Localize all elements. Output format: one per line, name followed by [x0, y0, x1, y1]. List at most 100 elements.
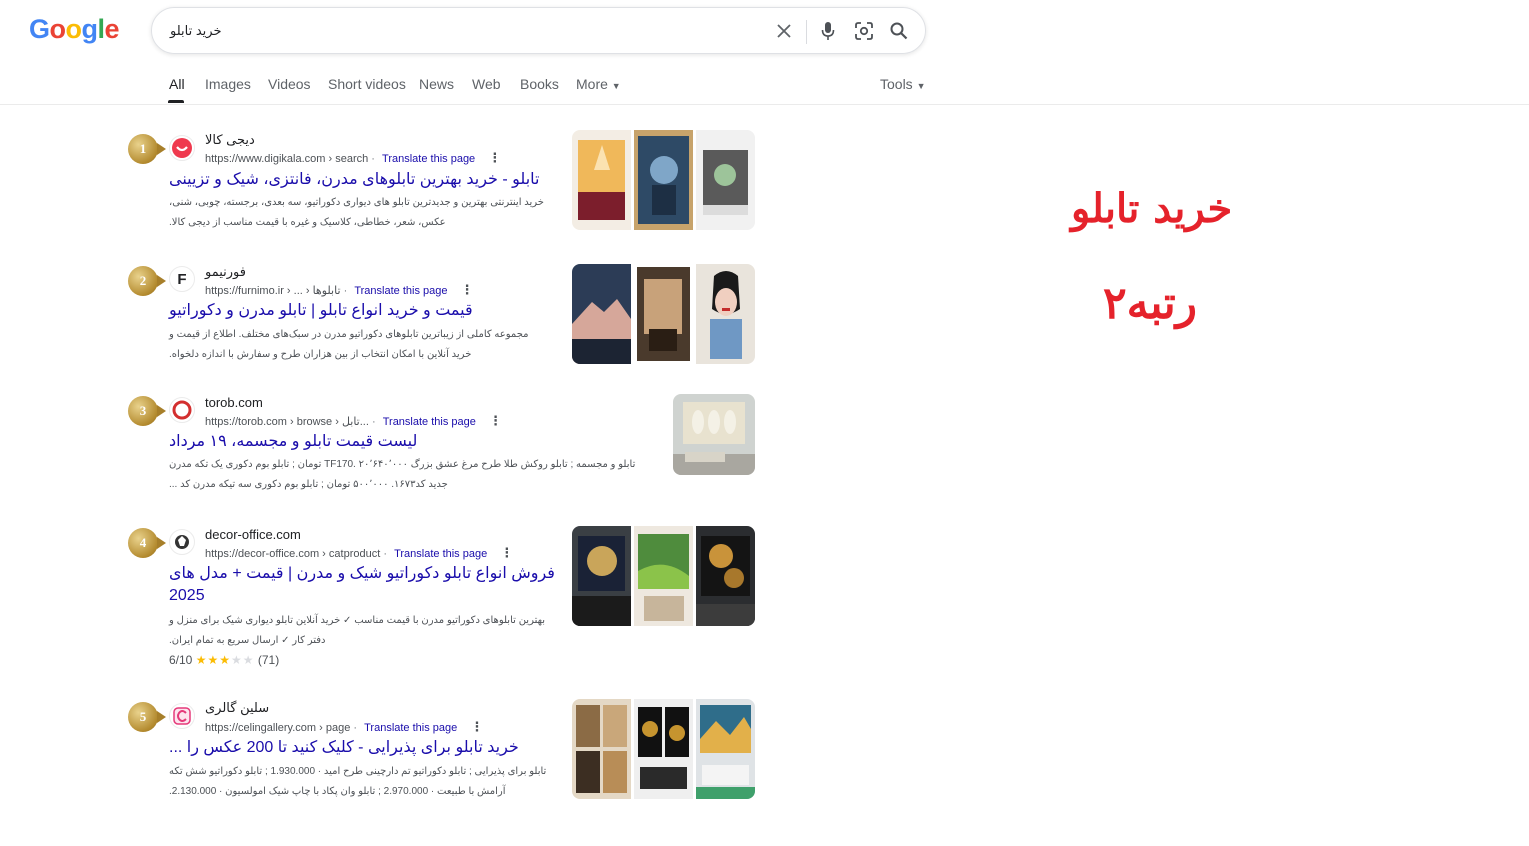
logo-letter: g [81, 14, 99, 44]
more-options-icon[interactable]: ⋮ [488, 150, 501, 166]
tools-button[interactable]: Tools ▼ [880, 76, 926, 92]
result-site-name[interactable]: فورنیمو [205, 264, 246, 280]
thumbnail-image[interactable] [634, 699, 693, 799]
rating-stars-icon: ★★★★★ [195, 653, 255, 667]
more-options-icon[interactable]: ⋮ [470, 719, 483, 735]
logo-letter: e [104, 14, 120, 44]
result-url-text: https://torob.com › browse › تابل... [205, 416, 369, 428]
thumbnail-image[interactable] [634, 130, 693, 230]
search-input[interactable]: خرید تابلو [170, 23, 221, 39]
more-options-icon[interactable]: ⋮ [461, 282, 474, 298]
more-options-icon[interactable]: ⋮ [500, 545, 513, 561]
torob-favicon[interactable] [169, 397, 195, 423]
digikala-favicon[interactable] [169, 135, 195, 161]
tab-all[interactable]: All [169, 76, 185, 92]
tab-active-indicator [168, 100, 184, 103]
search-result: 3 torob.com https://torob.com › browse ›… [0, 393, 760, 503]
thumbnail-image[interactable] [572, 699, 631, 799]
thumbnail-image[interactable] [673, 394, 755, 475]
tab-more[interactable]: More ▼ [576, 76, 621, 92]
search-divider [806, 20, 807, 44]
translate-link[interactable]: Translate this page [364, 722, 457, 734]
thumbnail-image[interactable] [572, 130, 631, 230]
search-icon[interactable] [888, 20, 910, 42]
translate-link[interactable]: Translate this page [382, 153, 475, 165]
result-url-text: https://furnimo.ir › ... › تابلوها [205, 285, 341, 297]
google-logo[interactable]: Google [29, 14, 120, 45]
result-thumbnails[interactable] [673, 394, 755, 475]
translate-link[interactable]: Translate this page [394, 548, 487, 560]
tab-books[interactable]: Books [520, 76, 559, 92]
result-site-name[interactable]: دیجی کالا [205, 132, 255, 148]
overlay-rank: رتبه۲ [1103, 278, 1198, 329]
logo-letter: G [29, 14, 50, 44]
rank-badge: 1 [128, 134, 166, 164]
thumbnail-image[interactable] [634, 526, 693, 626]
result-site-name[interactable]: torob.com [205, 395, 263, 410]
tab-videos[interactable]: Videos [268, 76, 311, 92]
tab-more-label: More [576, 76, 608, 92]
thumbnail-image[interactable] [572, 526, 631, 626]
rating-value: 6/10 [169, 653, 193, 667]
caret-down-icon: ▼ [611, 81, 621, 91]
search-result: 2 F فورنیمو https://furnimo.ir › ... › ت… [0, 262, 760, 372]
furnimo-favicon[interactable]: F [169, 266, 195, 292]
thumbnail-image[interactable] [696, 130, 755, 230]
celingallery-favicon[interactable] [169, 703, 195, 729]
result-title[interactable]: تابلو - خرید بهترین تابلوهای مدرن، فانتز… [169, 169, 559, 191]
search-box[interactable]: خرید تابلو [151, 7, 926, 54]
result-title[interactable]: لیست قیمت تابلو و مجسمه، ۱۹ مرداد [169, 431, 559, 453]
result-snippet: خرید اینترنتی بهترین و جدیدترین تابلو ها… [169, 197, 544, 228]
decor-office-favicon[interactable] [169, 529, 195, 555]
result-thumbnails[interactable] [572, 526, 755, 626]
result-site-name[interactable]: decor-office.com [205, 527, 301, 542]
result-title[interactable]: خرید تابلو برای پذیرایی - کلیک کنید تا 2… [169, 737, 559, 759]
result-snippet: تابلو برای پذیرایی ; تابلو دکوراتیو تم د… [169, 766, 547, 797]
result-title[interactable]: فروش انواع تابلو دکوراتیو شیک و مدرن | ق… [169, 563, 559, 607]
clear-icon[interactable] [773, 20, 795, 42]
result-snippet: مجموعه کاملی از زیباترین تابلوهای دکورات… [169, 329, 529, 360]
result-title[interactable]: قیمت و خرید انواع تابلو | تابلو مدرن و د… [169, 300, 559, 322]
tab-web[interactable]: Web [472, 76, 501, 92]
result-url-text: https://www.digikala.com › search [205, 153, 369, 165]
favicon-letter-f: F [177, 270, 187, 288]
result-thumbnails[interactable] [572, 699, 755, 799]
tab-images[interactable]: Images [205, 76, 251, 92]
search-tabs: All Images Videos Short videos News Web … [0, 62, 1529, 105]
result-url[interactable]: https://decor-office.com › catproduct · … [205, 545, 513, 561]
thumbnail-image[interactable] [696, 526, 755, 626]
caret-down-icon: ▼ [916, 81, 926, 91]
tools-label: Tools [880, 76, 913, 92]
more-options-icon[interactable]: ⋮ [489, 413, 502, 429]
result-snippet: بهترین تابلوهای دکوراتیو مدرن با قیمت من… [169, 615, 546, 646]
result-url[interactable]: https://www.digikala.com › search · Tran… [205, 150, 501, 166]
result-thumbnails[interactable] [572, 130, 755, 230]
result-url[interactable]: https://celingallery.com › page · Transl… [205, 719, 483, 735]
result-url[interactable]: https://furnimo.ir › ... › تابلوها · Tra… [205, 282, 474, 298]
search-result: 4 decor-office.com https://decor-office.… [0, 525, 760, 675]
result-thumbnails[interactable] [572, 264, 755, 364]
logo-letter: o [49, 14, 67, 44]
rank-badge: 5 [128, 702, 166, 732]
rank-badge: 3 [128, 396, 166, 426]
logo-letter: l [97, 14, 106, 44]
result-url[interactable]: https://torob.com › browse › تابل... · T… [205, 413, 502, 429]
result-url-text: https://celingallery.com › page [205, 722, 351, 734]
tab-short-videos[interactable]: Short videos [328, 76, 406, 92]
thumbnail-image[interactable] [634, 264, 693, 364]
thumbnail-image[interactable] [696, 699, 755, 799]
tab-news[interactable]: News [419, 76, 454, 92]
rating-count: (71) [257, 653, 280, 667]
thumbnail-image[interactable] [572, 264, 631, 364]
result-rating: 6/10 ★★★★★ (71) [169, 653, 279, 667]
translate-link[interactable]: Translate this page [383, 416, 476, 428]
thumbnail-image[interactable] [696, 264, 755, 364]
logo-letter: o [65, 14, 83, 44]
translate-link[interactable]: Translate this page [354, 285, 447, 297]
overlay-keyword: خرید تابلو [1071, 185, 1233, 232]
microphone-icon[interactable] [817, 20, 839, 42]
result-site-name[interactable]: سلین گالری [205, 700, 269, 716]
search-result: 5 سلین گالری https://celingallery.com › … [0, 699, 760, 829]
lens-icon[interactable] [853, 20, 875, 42]
result-url-text: https://decor-office.com › catproduct [205, 548, 381, 560]
